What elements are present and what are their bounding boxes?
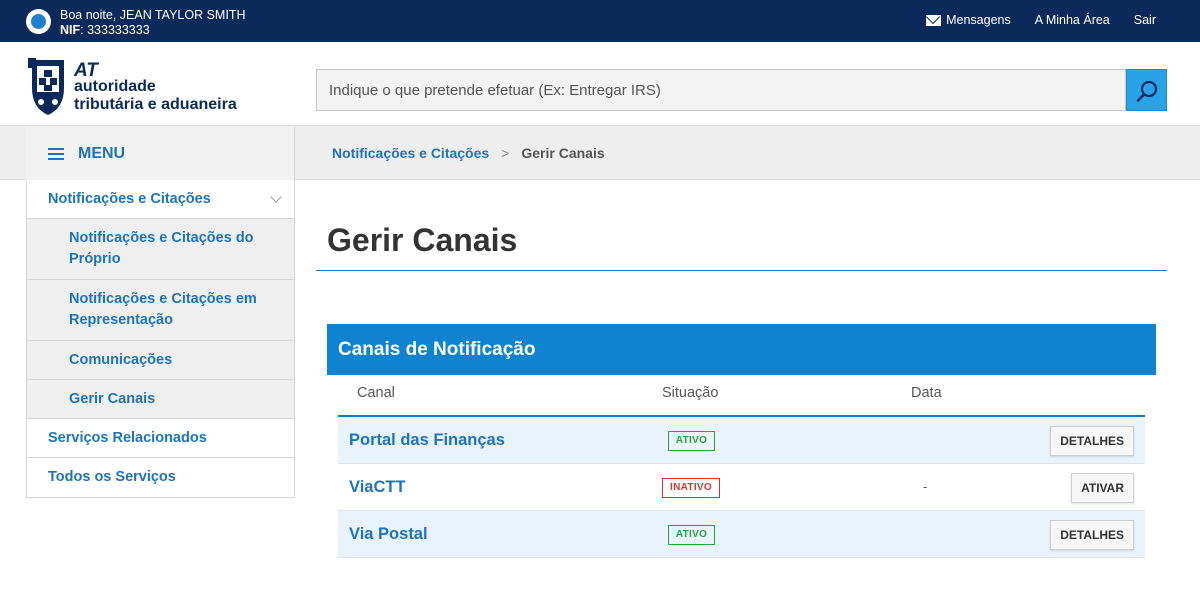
- search-icon: [1136, 80, 1158, 102]
- channel-name-link[interactable]: ViaCTT: [349, 478, 406, 497]
- activate-button[interactable]: ATIVAR: [1071, 473, 1134, 503]
- breadcrumb-link-notifications[interactable]: Notificações e Citações: [332, 145, 489, 161]
- logout-link[interactable]: Sair: [1134, 13, 1156, 27]
- site-header: AT autoridade tributária e aduaneira: [0, 42, 1200, 126]
- chevron-down-icon: [270, 191, 282, 203]
- breadcrumb: Notificações e Citações > Gerir Canais: [332, 145, 605, 161]
- nif-text: NIF: 333333333: [60, 23, 150, 37]
- status-badge: ATIVO: [668, 431, 715, 451]
- at-logo[interactable]: AT autoridade tributária e aduaneira: [28, 56, 258, 118]
- sidebar-item-manage-channels[interactable]: Gerir Canais: [27, 380, 294, 419]
- logo-line-2: tributária e aduaneira: [74, 96, 237, 113]
- table-row: Via Postal ATIVO DETALHES: [338, 511, 1145, 558]
- user-greeting: Boa noite, JEAN TAYLOR SMITH NIF: 333333…: [60, 8, 245, 38]
- table-row: ViaCTT INATIVO - ATIVAR: [338, 464, 1145, 511]
- sidebar-item-all-services[interactable]: Todos os Serviços: [27, 458, 294, 497]
- top-bar: Boa noite, JEAN TAYLOR SMITH NIF: 333333…: [0, 0, 1200, 42]
- title-divider: [316, 270, 1167, 271]
- details-button[interactable]: DETALHES: [1050, 520, 1134, 550]
- sidebar-item-related-services[interactable]: Serviços Relacionados: [27, 419, 294, 458]
- table-row: Portal das Finanças ATIVO DETALHES: [338, 417, 1145, 464]
- channel-date: -: [923, 479, 928, 494]
- portugal-shield-icon: [28, 58, 64, 115]
- sidebar-item-notifications[interactable]: Notificações e Citações: [27, 180, 294, 219]
- details-button[interactable]: DETALHES: [1050, 426, 1134, 456]
- sidebar-item-representation-notifications[interactable]: Notificações e Citações em Representação: [27, 280, 294, 341]
- menu-toggle-button[interactable]: MENU: [26, 127, 295, 180]
- messages-link[interactable]: Mensagens: [926, 13, 1011, 27]
- channel-name-link[interactable]: Portal das Finanças: [349, 431, 505, 450]
- breadcrumb-separator: >: [501, 145, 510, 161]
- sidebar-item-communications[interactable]: Comunicações: [27, 341, 294, 380]
- sidebar-menu: Notificações e Citações Notificações e C…: [26, 180, 295, 498]
- sidebar-item-own-notifications[interactable]: Notificações e Citações do Próprio: [27, 219, 294, 280]
- my-area-link[interactable]: A Minha Área: [1035, 13, 1110, 27]
- column-header-situacao: Situação: [662, 385, 719, 401]
- hamburger-icon: [48, 147, 64, 160]
- greeting-text: Boa noite, JEAN TAYLOR SMITH: [60, 8, 246, 22]
- search-button[interactable]: [1126, 69, 1167, 111]
- sub-bar: MENU Notificações e Citações > Gerir Can…: [0, 127, 1200, 180]
- envelope-icon: [926, 14, 942, 26]
- breadcrumb-current: Gerir Canais: [521, 145, 605, 161]
- channels-panel-title: Canais de Notificação: [327, 324, 1156, 375]
- page-title: Gerir Canais: [327, 222, 518, 258]
- menu-label: MENU: [78, 144, 126, 162]
- user-avatar-icon[interactable]: [26, 9, 51, 34]
- logo-line-1: autoridade: [74, 78, 156, 95]
- column-header-data: Data: [911, 385, 942, 401]
- top-links: Mensagens A Minha Área Sair: [926, 13, 1156, 27]
- status-badge: INATIVO: [662, 478, 720, 498]
- column-header-canal: Canal: [357, 385, 395, 401]
- channel-name-link[interactable]: Via Postal: [349, 525, 428, 544]
- status-badge: ATIVO: [668, 525, 715, 545]
- search-input[interactable]: [316, 69, 1126, 111]
